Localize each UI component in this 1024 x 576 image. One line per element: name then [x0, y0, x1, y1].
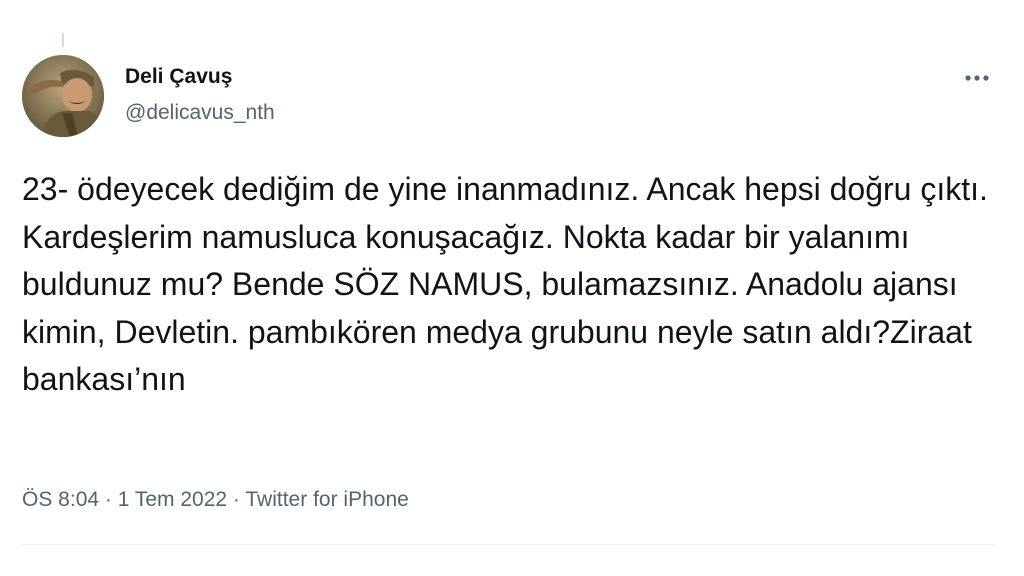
- profile-photo-icon: [22, 55, 104, 137]
- avatar[interactable]: [22, 55, 104, 137]
- user-handle[interactable]: @delicavus_nth: [125, 100, 275, 126]
- tweet-card: Deli Çavuş @delicavus_nth 23- ödeyecek d…: [0, 0, 1024, 576]
- more-horizontal-icon: [965, 75, 989, 81]
- meta-separator: ·: [99, 488, 118, 511]
- tweet-source[interactable]: Twitter for iPhone: [245, 488, 408, 511]
- display-name[interactable]: Deli Çavuş: [125, 64, 275, 90]
- more-options-button[interactable]: [955, 60, 999, 96]
- thread-connector-line: [62, 33, 64, 47]
- tweet-date[interactable]: 1 Tem 2022: [118, 488, 227, 511]
- user-info: Deli Çavuş @delicavus_nth: [125, 64, 275, 126]
- tweet-metadata: ÖS 8:04 · 1 Tem 2022 · Twitter for iPhon…: [22, 486, 409, 514]
- divider: [22, 544, 997, 545]
- tweet-time[interactable]: ÖS 8:04: [22, 488, 99, 511]
- meta-separator: ·: [227, 488, 246, 511]
- tweet-text: 23- ödeyecek dediğim de yine inanmadınız…: [22, 171, 988, 397]
